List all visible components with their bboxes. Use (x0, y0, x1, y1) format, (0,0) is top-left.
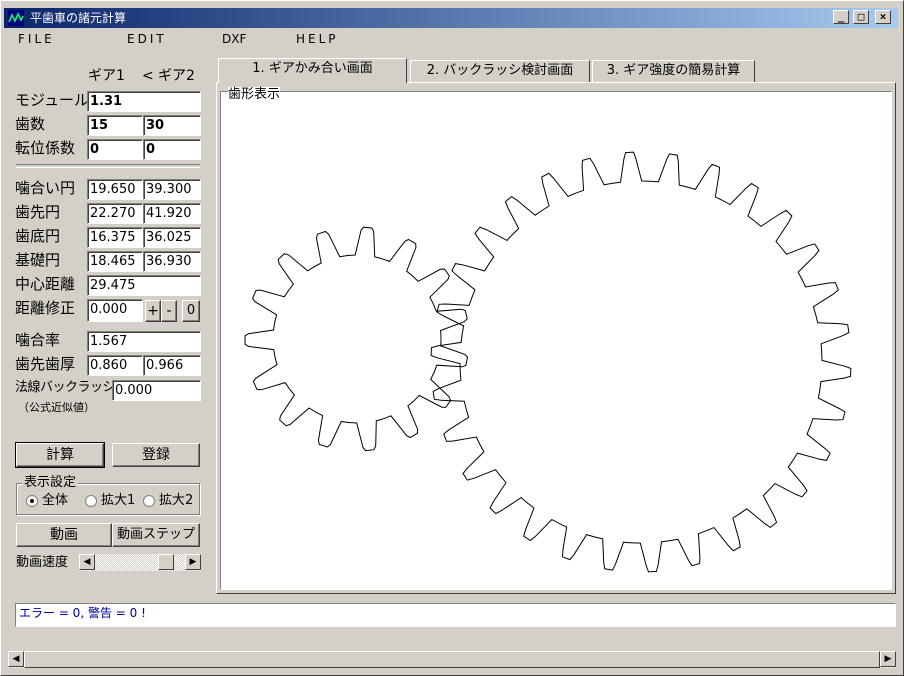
hscroll-left-arrow-icon[interactable]: ◀ (8, 651, 24, 667)
tab-strength[interactable]: 3. ギア強度の簡易計算 (592, 60, 755, 82)
animation-button[interactable]: 動画 (16, 523, 112, 547)
gear-arrow: < (142, 68, 154, 84)
hscroll-right-arrow-icon[interactable]: ▶ (880, 651, 896, 667)
status-box (15, 603, 896, 627)
shift-gear2-input[interactable]: 0 (143, 139, 201, 160)
module-label: モジュール (15, 91, 89, 109)
radio-zoom2[interactable] (143, 495, 155, 507)
backlash-label: 法線バックラッシ (15, 380, 116, 395)
pitch-circle-label: 噛合い円 (15, 179, 76, 197)
contact-ratio-label: 噛合率 (15, 331, 61, 349)
correction-plus-button[interactable]: + (145, 300, 161, 322)
menu-help[interactable]: HELP (296, 31, 339, 47)
gear2-header: ギア2 (158, 68, 195, 84)
backlash-value[interactable]: 0.000 (112, 380, 201, 401)
teeth-gear1-input[interactable]: 15 (87, 115, 143, 136)
speed-label: 動画速度 (16, 555, 69, 570)
center-distance-label: 中心距離 (15, 275, 76, 293)
animation-step-button[interactable]: 動画ステップ (112, 523, 200, 547)
status-text: エラー = 0, 警告 = 0 ! (19, 606, 146, 620)
tip-circle-gear1[interactable]: 22.270 (87, 203, 143, 224)
gear2-profile (430, 151, 852, 573)
menu-file[interactable]: FILE (18, 31, 55, 47)
close-button[interactable]: × (875, 10, 891, 24)
minimize-button[interactable]: _ (833, 10, 849, 24)
radio-zoom1-label[interactable]: 拡大1 (101, 493, 135, 509)
maximize-button[interactable]: □ (853, 10, 869, 24)
gear1-profile (244, 226, 469, 452)
calc-button[interactable]: 計算 (15, 442, 105, 468)
speed-left-arrow-icon[interactable]: ◀ (79, 554, 95, 570)
hscroll-thumb[interactable] (24, 651, 880, 668)
register-button[interactable]: 登録 (112, 443, 200, 467)
tip-circle-label: 歯先円 (15, 203, 61, 221)
display-settings-title: 表示設定 (22, 475, 79, 491)
correction-zero-button[interactable]: 0 (182, 300, 200, 322)
tip-circle-gear2[interactable]: 41.920 (143, 203, 201, 224)
gear-drawing (244, 151, 852, 573)
root-circle-label: 歯底円 (15, 227, 61, 245)
speed-scroll-thumb[interactable] (157, 554, 174, 570)
teeth-gear2-input[interactable]: 30 (143, 115, 201, 136)
base-circle-label: 基礎円 (15, 251, 61, 269)
speed-scrollbar[interactable] (79, 554, 201, 571)
speed-right-arrow-icon[interactable]: ▶ (185, 554, 201, 570)
tab-backlash[interactable]: 2. バックラッシ検討画面 (410, 60, 590, 82)
app-icon (8, 10, 24, 26)
radio-zoom1[interactable] (85, 495, 97, 507)
tip-thickness-gear1[interactable]: 0.860 (87, 355, 143, 376)
base-circle-gear1[interactable]: 18.465 (87, 251, 143, 272)
gear1-header: ギア1 (88, 68, 125, 84)
tip-thickness-label: 歯先歯厚 (15, 355, 76, 373)
pitch-circle-gear2[interactable]: 39.300 (143, 179, 201, 200)
contact-ratio-value[interactable]: 1.567 (87, 331, 201, 352)
distance-correction-label: 距離修正 (15, 299, 76, 317)
radio-all[interactable] (26, 495, 38, 507)
pitch-circle-gear1[interactable]: 19.650 (87, 179, 143, 200)
teeth-label: 歯数 (15, 115, 46, 133)
correction-minus-button[interactable]: - (161, 300, 177, 322)
radio-all-label[interactable]: 全体 (42, 493, 68, 509)
base-circle-gear2[interactable]: 36.930 (143, 251, 201, 272)
root-circle-gear2[interactable]: 36.025 (143, 227, 201, 248)
shift-gear1-input[interactable]: 0 (87, 139, 143, 160)
distance-correction-input[interactable]: 0.000 (87, 299, 143, 322)
center-distance-value[interactable]: 29.475 (87, 275, 201, 296)
menu-dxf[interactable]: DXF (222, 31, 246, 47)
tip-thickness-gear2[interactable]: 0.966 (143, 355, 201, 376)
module-input[interactable]: 1.31 (87, 91, 201, 112)
shift-label: 転位係数 (15, 139, 76, 157)
radio-zoom2-label[interactable]: 拡大2 (159, 493, 193, 509)
tab-gear-mesh[interactable]: 1. ギアかみ合い画面 (218, 58, 407, 83)
menu-edit[interactable]: EDIT (127, 31, 167, 47)
separator (16, 164, 200, 168)
root-circle-gear1[interactable]: 16.375 (87, 227, 143, 248)
window-title: 平歯車の諸元計算 (30, 11, 127, 25)
backlash-note: （公式近似値） (18, 401, 95, 414)
title-bar[interactable] (4, 8, 898, 28)
